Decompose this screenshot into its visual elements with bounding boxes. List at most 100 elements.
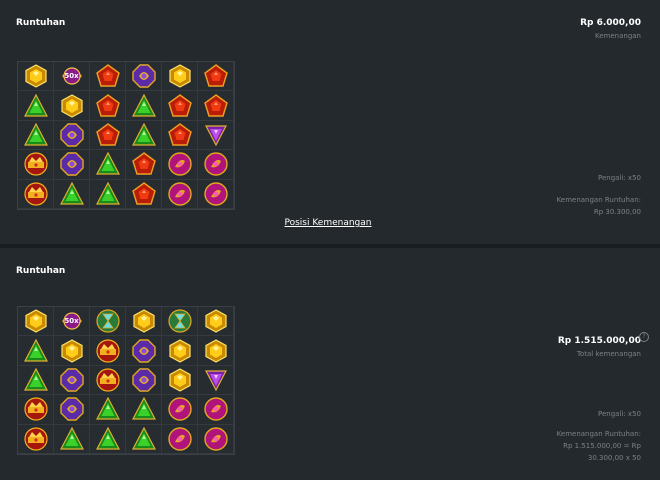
magenta-scarab-gem-icon	[167, 397, 192, 422]
green-triangle-gem-icon	[23, 338, 48, 363]
cascade-win-formula-1: Rp 1.515.000,00 = Rp	[563, 442, 641, 450]
grid-cell	[18, 365, 54, 396]
multiplier-value: 50x	[64, 72, 79, 81]
panel-title: Runtuhan	[16, 266, 66, 276]
cascade-win-label: Kemenangan Runtuhan:	[556, 430, 641, 438]
red-pentagon-gem-icon	[95, 64, 120, 88]
grid-cell	[54, 150, 90, 180]
gold-hexagon-gem-icon	[24, 64, 48, 88]
magenta-scarab-gem-icon	[203, 397, 228, 422]
gold-hexagon-gem-icon	[168, 64, 192, 88]
grid-cell	[18, 179, 54, 209]
purple-triangle-gem-icon	[204, 368, 228, 392]
grid-cell	[198, 150, 234, 180]
grid-cell	[54, 365, 90, 396]
magenta-scarab-gem-icon	[167, 152, 192, 177]
grid-cell	[54, 395, 90, 425]
help-icon[interactable]: ?	[639, 332, 649, 342]
grid-cell	[90, 62, 126, 92]
red-crown-icon	[23, 397, 48, 421]
grid-cell	[18, 120, 54, 151]
red-crown-icon	[95, 338, 120, 363]
green-triangle-gem-icon	[95, 181, 120, 206]
grid-cell	[126, 307, 162, 337]
grid-cell	[162, 336, 198, 366]
win-amount: Rp 6.000,00	[580, 18, 641, 28]
red-pentagon-gem-icon	[95, 93, 120, 118]
gold-hexagon-gem-icon	[168, 368, 192, 392]
purple-scarab-gem-icon	[59, 123, 84, 147]
grid-cell	[126, 91, 162, 121]
grid-cell	[90, 395, 126, 425]
red-crown-icon	[95, 368, 120, 392]
green-triangle-gem-icon	[95, 152, 120, 176]
grid-cell	[198, 424, 234, 454]
grid-cell	[90, 179, 126, 209]
grid-cell	[162, 179, 198, 209]
grid-cell	[162, 424, 198, 454]
green-triangle-gem-icon	[131, 426, 156, 451]
grid-cell	[54, 120, 90, 151]
grid-cell	[90, 91, 126, 121]
grid-cell	[198, 365, 234, 396]
grid-cell	[162, 120, 198, 151]
green-triangle-gem-icon	[23, 122, 48, 147]
green-triangle-gem-icon	[131, 397, 156, 421]
grid-cell	[198, 395, 234, 425]
magenta-scarab-gem-icon	[167, 182, 192, 206]
cascade-panel-1: Runtuhan Rp 6.000,00 Kemenangan 50x Peng…	[0, 0, 660, 244]
hourglass-icon	[95, 309, 120, 333]
grid-cell	[126, 150, 162, 180]
multiplier-info: Pengali: x50	[598, 410, 641, 418]
grid-cell	[198, 62, 234, 92]
grid-cell	[18, 62, 54, 92]
grid-cell	[198, 91, 234, 121]
grid-cell	[198, 307, 234, 337]
gold-hexagon-gem-icon	[204, 309, 228, 333]
purple-scarab-gem-icon	[131, 368, 156, 392]
grid-cell	[90, 120, 126, 151]
grid-cell	[18, 150, 54, 180]
purple-triangle-gem-icon	[204, 123, 228, 147]
grid-cell: 50x	[54, 307, 90, 337]
grid-cell	[126, 395, 162, 425]
magenta-scarab-gem-icon	[167, 427, 192, 451]
purple-scarab-gem-icon	[131, 338, 156, 363]
grid-cell	[18, 307, 54, 337]
grid-cell	[198, 179, 234, 209]
grid-cell	[126, 336, 162, 366]
grid-cell	[18, 424, 54, 454]
red-pentagon-gem-icon	[95, 123, 120, 147]
grid-cell	[54, 91, 90, 121]
red-pentagon-gem-icon	[203, 64, 228, 88]
grid-cell	[90, 150, 126, 180]
total-win-amount: Rp 1.515.000,00	[557, 336, 641, 346]
grid-cell	[90, 424, 126, 454]
grid-cell	[18, 91, 54, 121]
grid-cell	[162, 307, 198, 337]
winning-positions-link[interactable]: Posisi Kemenangan	[0, 218, 656, 228]
red-crown-icon	[23, 427, 48, 451]
grid-cell	[126, 424, 162, 454]
hourglass-icon	[167, 309, 192, 333]
grid-cell	[162, 91, 198, 121]
grid-cell	[90, 307, 126, 337]
green-triangle-gem-icon	[23, 367, 48, 392]
green-triangle-gem-icon	[59, 181, 84, 206]
cascade-win-label: Kemenangan Runtuhan:	[556, 196, 641, 204]
red-pentagon-gem-icon	[167, 93, 192, 118]
magenta-scarab-gem-icon	[203, 152, 228, 177]
green-triangle-gem-icon	[23, 93, 48, 118]
gold-hexagon-gem-icon	[60, 338, 84, 363]
grid-cell	[18, 395, 54, 425]
gold-hexagon-gem-icon	[24, 309, 48, 333]
gold-hexagon-gem-icon	[168, 338, 192, 363]
magenta-scarab-gem-icon	[203, 427, 228, 451]
symbol-grid: 50x	[17, 306, 235, 455]
green-triangle-gem-icon	[131, 122, 156, 147]
grid-cell	[162, 150, 198, 180]
purple-scarab-gem-icon	[59, 397, 84, 422]
purple-scarab-gem-icon	[59, 152, 84, 177]
grid-cell	[90, 336, 126, 366]
grid-cell	[162, 365, 198, 396]
